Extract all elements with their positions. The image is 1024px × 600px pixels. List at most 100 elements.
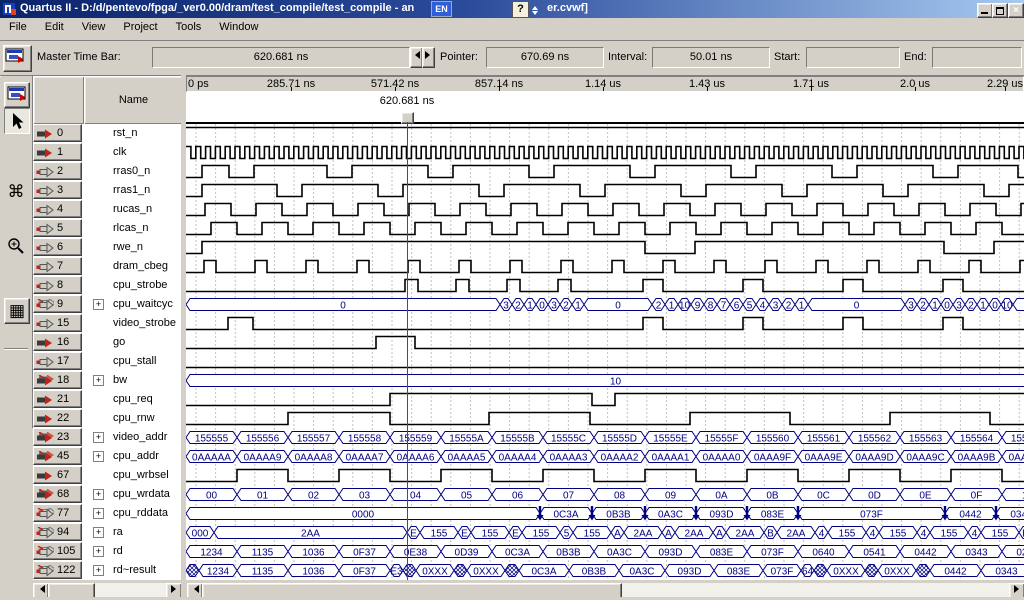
- signal-row-button[interactable]: 67: [33, 466, 82, 484]
- expand-toggle-icon[interactable]: +: [93, 375, 104, 386]
- waveform-window-button[interactable]: [3, 45, 32, 72]
- expand-toggle-icon[interactable]: +: [93, 565, 104, 576]
- expand-toggle-icon[interactable]: +: [93, 527, 104, 538]
- signal-name-cell[interactable]: +cpu_rddata: [82, 504, 181, 523]
- signal-name-cell[interactable]: +rd: [82, 542, 181, 561]
- signal-row-cpu_waitcyc: 9+cpu_waitcyc: [33, 295, 181, 314]
- signal-name-cell[interactable]: rlcas_n: [82, 219, 181, 238]
- wave-row-bw[interactable]: 10: [186, 375, 1024, 388]
- signal-row-button[interactable]: 77: [33, 504, 82, 522]
- menu-item-window[interactable]: Window: [210, 18, 267, 36]
- split-tool-icon[interactable]: ⌘: [4, 180, 28, 204]
- signal-row-button[interactable]: 16: [33, 333, 82, 351]
- signal-name-cell[interactable]: +cpu_addr: [82, 447, 181, 466]
- signal-name-cell[interactable]: rst_n: [82, 124, 181, 143]
- signal-name-cell[interactable]: cpu_wrbsel: [82, 466, 181, 485]
- help-icon[interactable]: ?: [512, 1, 529, 18]
- language-bar-options-icon[interactable]: [532, 3, 538, 18]
- language-indicator-badge[interactable]: EN: [431, 1, 452, 17]
- signal-row-button[interactable]: 0: [33, 124, 82, 142]
- signal-name-cell[interactable]: rras0_n: [82, 162, 181, 181]
- end-field[interactable]: [932, 47, 1022, 68]
- signal-row-number: 3: [57, 184, 63, 196]
- signal-row-button[interactable]: 4: [33, 200, 82, 218]
- expand-toggle-icon[interactable]: +: [93, 489, 104, 500]
- signal-name-cell[interactable]: cpu_req: [82, 390, 181, 409]
- signal-name-cell[interactable]: dram_cbeg: [82, 257, 181, 276]
- svg-text:0AAA9C: 0AAA9C: [906, 453, 944, 464]
- signal-name-cell[interactable]: video_strobe: [82, 314, 181, 333]
- signal-name-cell[interactable]: rwe_n: [82, 238, 181, 257]
- output-bus-pin-icon: [36, 565, 54, 580]
- start-field[interactable]: [806, 47, 900, 68]
- signal-row-button[interactable]: 8: [33, 276, 82, 294]
- master-time-bar-cursor-line[interactable]: [407, 122, 408, 580]
- signal-name-cell[interactable]: +cpu_wrdata: [82, 485, 181, 504]
- grid-tool-icon[interactable]: ▦: [4, 298, 30, 324]
- signal-name-cell[interactable]: cpu_stall: [82, 352, 181, 371]
- signal-row-button[interactable]: 94: [33, 523, 82, 541]
- wave-row-rd-result[interactable]: 1234113510360F37E30XXX0XXX0C3A0B3B0A3C09…: [186, 565, 1024, 578]
- menu-item-edit[interactable]: Edit: [36, 18, 73, 36]
- input-pin-icon: [36, 470, 54, 485]
- signal-row-button[interactable]: 7: [33, 257, 82, 275]
- minimize-button[interactable]: [977, 3, 993, 18]
- svg-text:0: 0: [992, 301, 998, 312]
- menu-item-file[interactable]: File: [0, 18, 36, 36]
- signal-row-button[interactable]: 21: [33, 390, 82, 408]
- signal-row-button[interactable]: 105: [33, 542, 82, 560]
- signal-row-button[interactable]: 22: [33, 409, 82, 427]
- signal-row-button[interactable]: 122: [33, 561, 82, 579]
- signal-name-cell[interactable]: cpu_strobe: [82, 276, 181, 295]
- svg-text:0XXX: 0XXX: [884, 567, 910, 578]
- signal-row-button[interactable]: 15: [33, 314, 82, 332]
- window-tool-icon[interactable]: [4, 82, 30, 108]
- signal-name-cell[interactable]: +cpu_waitcyc: [82, 295, 181, 314]
- signal-row-button[interactable]: 3: [33, 181, 82, 199]
- signal-name-cell[interactable]: +video_addr: [82, 428, 181, 447]
- signal-name-cell[interactable]: rras1_n: [82, 181, 181, 200]
- signal-row-button[interactable]: 9: [33, 295, 82, 313]
- signal-name-cell[interactable]: +ra: [82, 523, 181, 542]
- menu-item-project[interactable]: Project: [114, 18, 166, 36]
- wave-row-ra[interactable]: 0002AAE155E155E1555155A2AAA2AAA2AAB2AA41…: [186, 527, 1024, 540]
- close-button[interactable]: ×: [1008, 3, 1024, 18]
- expand-toggle-icon[interactable]: +: [93, 508, 104, 519]
- waveform-area[interactable]: 0321032102110987654321032103210100 10 1555…: [186, 124, 1024, 580]
- signal-row-button[interactable]: 5: [33, 219, 82, 237]
- zoom-tool-icon[interactable]: [4, 234, 28, 258]
- signal-name-cell[interactable]: go: [82, 333, 181, 352]
- expand-toggle-icon[interactable]: +: [93, 451, 104, 462]
- signal-name-cell[interactable]: cpu_rnw: [82, 409, 181, 428]
- signal-row-button[interactable]: 45: [33, 447, 82, 465]
- svg-text:0C: 0C: [817, 491, 830, 502]
- expand-toggle-icon[interactable]: +: [93, 299, 104, 310]
- menu-item-view[interactable]: View: [73, 18, 115, 36]
- restore-button[interactable]: [992, 3, 1008, 18]
- svg-text:155562: 155562: [858, 434, 892, 445]
- signal-name-cell[interactable]: rucas_n: [82, 200, 181, 219]
- name-panel-hscrollbar[interactable]: [33, 583, 181, 597]
- signal-name-cell[interactable]: +rd~result: [82, 561, 181, 580]
- output-pin-icon: [36, 166, 54, 181]
- signal-row-button[interactable]: 6: [33, 238, 82, 256]
- waveform-hscrollbar[interactable]: [187, 583, 1024, 597]
- signal-row-button[interactable]: 23: [33, 428, 82, 446]
- master-time-bar-field[interactable]: 620.681 ns: [152, 47, 410, 68]
- signal-row-button[interactable]: 18: [33, 371, 82, 389]
- signal-row-button[interactable]: 1: [33, 143, 82, 161]
- selection-tool-icon[interactable]: [4, 108, 30, 134]
- time-bar-right-spinner[interactable]: [422, 47, 435, 68]
- cursor-band[interactable]: [186, 92, 1024, 124]
- signal-row-button[interactable]: 17: [33, 352, 82, 370]
- expand-toggle-icon[interactable]: +: [93, 546, 104, 557]
- timeline-ruler[interactable]: 0 ps285.71 ns571.42 ns857.14 ns1.14 us1.…: [186, 76, 1024, 92]
- wave-row-cpu_rddata[interactable]: 00000C3A0B3B0A3C093D083E073F04420343: [186, 506, 1024, 521]
- wave-row-cpu_waitcyc[interactable]: 0321032102110987654321032103210100: [186, 299, 1024, 312]
- signal-name-cell[interactable]: +bw: [82, 371, 181, 390]
- signal-row-button[interactable]: 68: [33, 485, 82, 503]
- menu-item-tools[interactable]: Tools: [167, 18, 211, 36]
- signal-name-cell[interactable]: clk: [82, 143, 181, 162]
- expand-toggle-icon[interactable]: +: [93, 432, 104, 443]
- signal-row-button[interactable]: 2: [33, 162, 82, 180]
